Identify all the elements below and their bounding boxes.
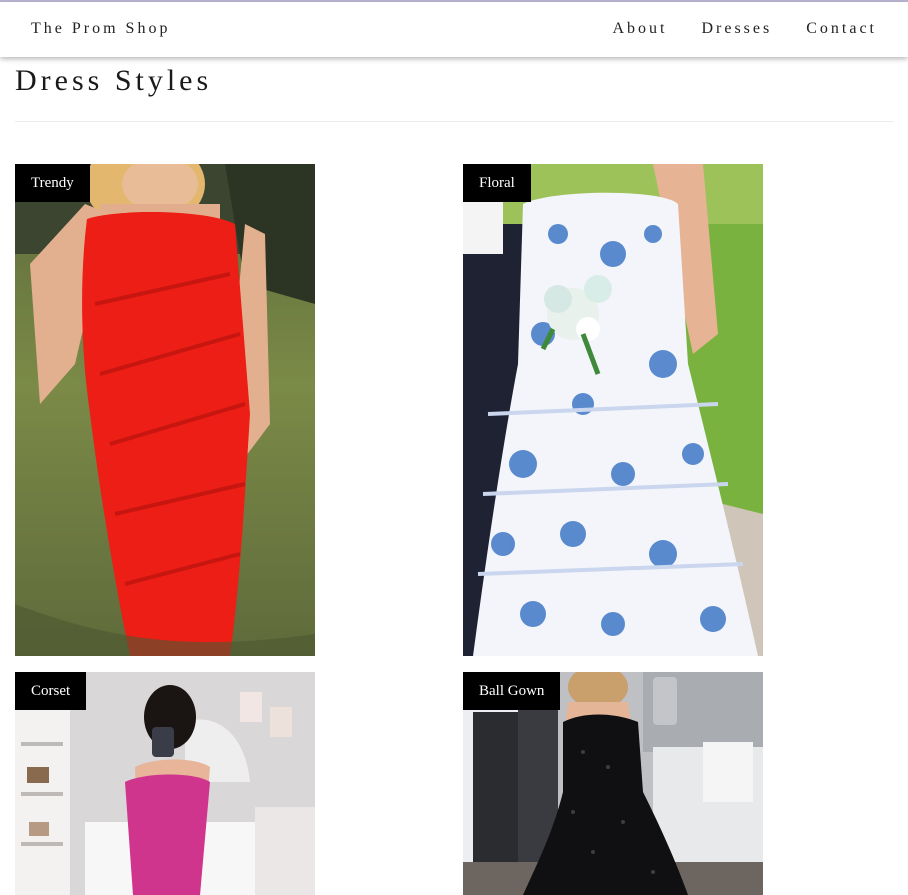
style-card-trendy[interactable]: Trendy [15,164,315,656]
style-card-corset[interactable]: Corset [15,672,315,895]
brand-logo[interactable]: The Prom Shop [31,20,170,38]
style-tag-ball-gown: Ball Gown [463,672,561,710]
nav-link-contact[interactable]: Contact [806,20,877,38]
nav-links: About Dresses Contact [612,20,877,38]
style-tag-corset: Corset [15,672,87,710]
style-card-ball-gown[interactable]: Ball Gown [463,672,763,895]
nav-link-dresses[interactable]: Dresses [701,20,772,38]
title-divider [15,121,894,122]
style-tag-floral: Floral [463,164,531,202]
navbar: The Prom Shop About Dresses Contact [0,2,908,57]
dress-photo-trendy [15,164,315,656]
nav-link-about[interactable]: About [612,20,667,38]
style-card-floral[interactable]: Floral [463,164,763,656]
dress-photo-floral [463,164,763,656]
page-title: Dress Styles [15,64,213,97]
style-tag-trendy: Trendy [15,164,90,202]
